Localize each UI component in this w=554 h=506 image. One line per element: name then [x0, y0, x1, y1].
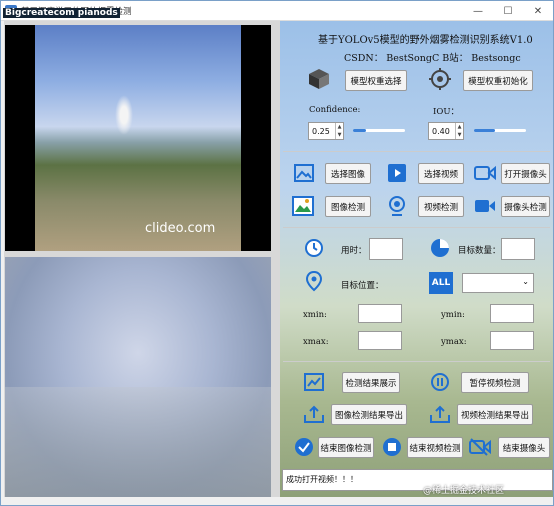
camera-off-icon [468, 436, 492, 458]
image-detect-icon [291, 195, 315, 217]
end-video-detection-button[interactable]: 结束视频检测 [407, 437, 463, 458]
pause-icon [429, 371, 451, 393]
title-bar: 基于深度学习的野外烟雾检测系统 Bigcreatecom pianods — ☐… [1, 1, 553, 21]
recording-overlay-text: Bigcreatecom pianods [3, 8, 120, 18]
confidence-value: 0.25 [312, 126, 330, 136]
pause-video-button[interactable]: 暂停视频检测 [461, 372, 529, 393]
clock-icon [303, 237, 325, 259]
iou-value: 0.40 [432, 126, 450, 136]
webcam-icon [386, 194, 408, 218]
time-label: 用时： [341, 246, 367, 256]
source-video-display: clideo.com [5, 25, 271, 251]
app-heading: 基于YOLOv5模型的野外烟雾检测识别系统V1.0 [318, 35, 533, 46]
time-field [369, 238, 403, 260]
minimize-button[interactable]: — [463, 1, 493, 21]
video-camera-icon [473, 195, 497, 217]
iou-slider-fill [474, 129, 495, 132]
check-circle-icon [293, 436, 315, 458]
ymax-label: ymax: [441, 337, 467, 347]
divider [283, 151, 550, 152]
select-video-button[interactable]: 选择视频 [418, 163, 464, 184]
all-icon: ALL [429, 272, 453, 294]
camera-icon [473, 162, 497, 184]
divider [283, 361, 550, 362]
iou-spinbox[interactable]: 0.40 ▲ ▼ [428, 122, 464, 140]
confidence-slider-fill [353, 129, 366, 132]
site-watermark: @稀土掘金技术社区 [423, 486, 505, 496]
detect-video-button[interactable]: 视频检测 [418, 196, 464, 217]
hazy-hills [5, 387, 271, 497]
maximize-button[interactable]: ☐ [493, 1, 523, 21]
target-icon [428, 67, 452, 91]
upload-icon [303, 404, 325, 424]
stop-circle-icon [381, 436, 403, 458]
ymax-field [490, 331, 534, 350]
xmin-field [358, 304, 402, 323]
close-button[interactable]: ✕ [523, 1, 553, 21]
detect-camera-button[interactable]: 摄像头检测 [501, 196, 550, 217]
select-weights-button[interactable]: 模型权重选择 [345, 70, 407, 91]
author-line: CSDN： BestSongC B站： Bestsongc [344, 53, 521, 64]
smoke-plume [115, 95, 133, 135]
detection-video-display [5, 257, 271, 497]
open-camera-button[interactable]: 打开摄像头 [501, 163, 550, 184]
end-camera-button[interactable]: 结束摄像头 [498, 437, 550, 458]
spin-arrows-icon[interactable]: ▲ ▼ [335, 123, 343, 139]
chevron-down-icon: ⌄ [522, 277, 529, 286]
target-select[interactable]: ⌄ [462, 273, 534, 293]
image-icon [293, 162, 315, 184]
xmax-label: xmax: [303, 337, 329, 347]
end-image-detection-button[interactable]: 结束图像检测 [318, 437, 374, 458]
ymin-label: ymin: [441, 310, 465, 320]
location-pin-icon [303, 271, 325, 293]
confidence-slider[interactable] [353, 129, 405, 132]
show-results-button[interactable]: 检测结果展示 [342, 372, 400, 393]
iou-label: IOU： [433, 107, 459, 117]
video-watermark: clideo.com [145, 221, 216, 236]
spin-arrows-icon[interactable]: ▲ ▼ [455, 123, 463, 139]
export-image-results-button[interactable]: 图像检测结果导出 [331, 404, 407, 425]
position-label: 目标位置： [341, 281, 384, 291]
count-label: 目标数量： [458, 246, 501, 256]
cube-icon [307, 67, 331, 91]
select-image-button[interactable]: 选择图像 [325, 163, 371, 184]
status-bar: 成功打开视频！！！ [282, 469, 553, 491]
confidence-label: Confidence: [309, 105, 361, 115]
upload-icon [429, 404, 451, 424]
detect-image-button[interactable]: 图像检测 [325, 196, 371, 217]
line-chart-icon [303, 372, 325, 392]
iou-slider[interactable] [474, 129, 526, 132]
xmax-field [358, 331, 402, 350]
video-frame [35, 25, 241, 251]
export-video-results-button[interactable]: 视频检测结果导出 [457, 404, 533, 425]
divider [283, 227, 550, 228]
ymin-field [490, 304, 534, 323]
video-file-icon [386, 162, 408, 184]
count-field [501, 238, 535, 260]
xmin-label: xmin: [303, 310, 327, 320]
confidence-spinbox[interactable]: 0.25 ▲ ▼ [308, 122, 344, 140]
pie-chart-icon [429, 237, 451, 259]
app-window: 基于深度学习的野外烟雾检测系统 Bigcreatecom pianods — ☐… [0, 0, 554, 506]
init-weights-button[interactable]: 模型权重初始化 [463, 70, 533, 91]
